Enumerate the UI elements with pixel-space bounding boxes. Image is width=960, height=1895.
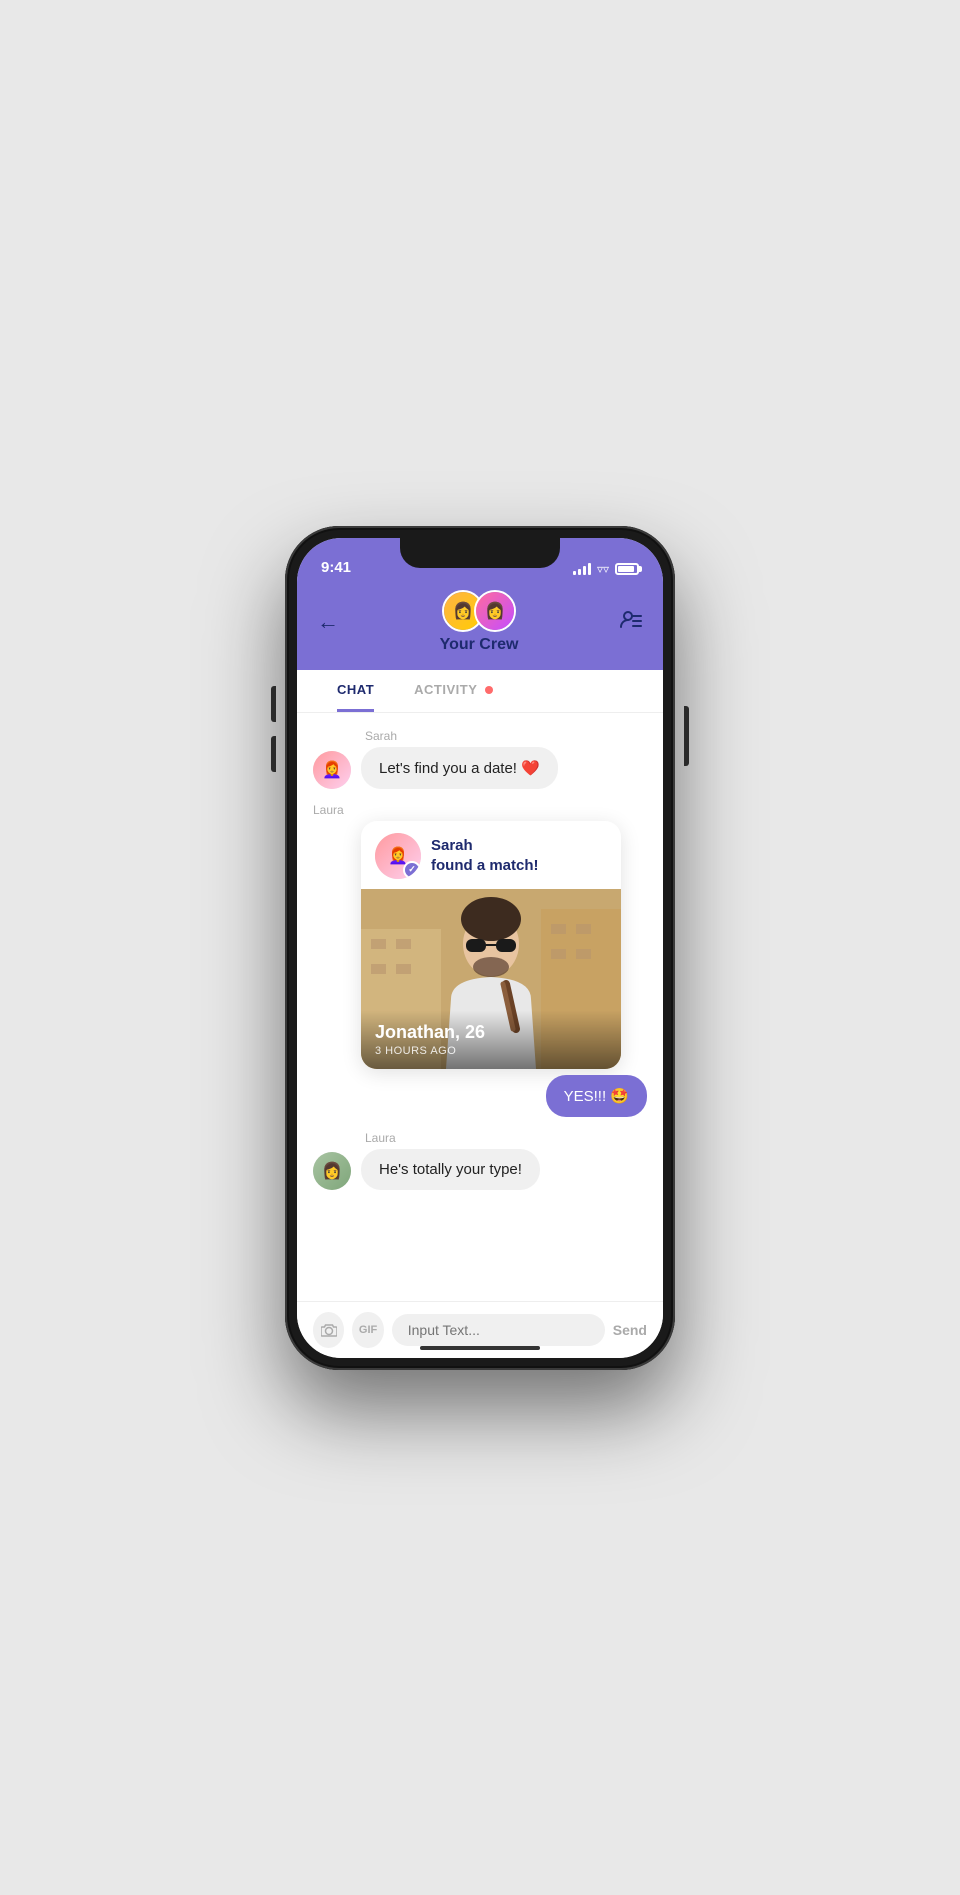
sender-label-laura-1: Laura [313,803,647,817]
vol-up-button[interactable] [271,686,276,722]
sender-label-sarah: Sarah [365,729,647,743]
crew-avatar-2: 👩 [474,590,516,632]
match-card-text: Sarahfound a match! [431,836,539,875]
phone-frame: 9:41 ▿▿ ← [285,526,675,1370]
signal-icon [573,563,591,575]
bubble-sarah: Let's find you a date! ❤️ [361,747,558,789]
tab-bar: CHAT ACTIVITY [297,670,663,713]
back-button[interactable]: ← [317,609,339,635]
crew-title: Your Crew [440,636,519,654]
bubble-sent: YES!!! 🤩 [546,1075,647,1117]
match-card[interactable]: 👩‍🦰 ✓ Sarahfound a match! [361,821,621,1069]
avatar-sarah: 👩‍🦰 [313,751,351,789]
match-card-header: 👩‍🦰 ✓ Sarahfound a match! [361,821,621,889]
match-time: 3 HOURS AGO [375,1045,607,1057]
contacts-button[interactable] [619,609,643,635]
activity-dot [485,686,493,694]
phone-screen: 9:41 ▿▿ ← [297,538,663,1358]
header-center: 👩 👩 Your Crew [440,590,519,654]
sender-label-laura-2: Laura [365,1131,647,1145]
match-photo-overlay: Jonathan, 26 3 HOURS AGO [361,1010,621,1069]
status-icons: ▿▿ [573,562,639,576]
tab-chat[interactable]: CHAT [337,670,374,712]
gif-button[interactable]: GIF [352,1312,383,1348]
home-indicator [420,1346,540,1350]
send-button[interactable]: Send [613,1322,647,1338]
match-photo: Jonathan, 26 3 HOURS AGO [361,889,621,1069]
message-row-laura: 👩 He's totally your type! [313,1149,647,1190]
battery-icon [615,563,639,575]
chat-area[interactable]: Sarah 👩‍🦰 Let's find you a date! ❤️ Laur… [297,713,663,1301]
status-time: 9:41 [321,559,351,576]
match-card-avatar: 👩‍🦰 ✓ [375,833,421,879]
bubble-laura: He's totally your type! [361,1149,540,1190]
notch [400,538,560,568]
avatar-laura-2: 👩 [313,1152,351,1190]
tab-activity[interactable]: ACTIVITY [414,670,493,712]
avatar-face-2: 👩 [476,592,514,630]
camera-button[interactable] [313,1312,344,1348]
message-row-1: 👩‍🦰 Let's find you a date! ❤️ [313,747,647,789]
message-input[interactable] [392,1314,605,1346]
match-name: Jonathan, 26 [375,1022,607,1043]
match-badge: ✓ [403,861,421,879]
crew-avatars: 👩 👩 [442,590,516,632]
power-button[interactable] [684,706,689,766]
chat-header: ← 👩 👩 Your Crew [297,582,663,670]
message-row-sent: YES!!! 🤩 [313,1075,647,1117]
vol-down-button[interactable] [271,736,276,772]
wifi-icon: ▿▿ [597,562,609,576]
